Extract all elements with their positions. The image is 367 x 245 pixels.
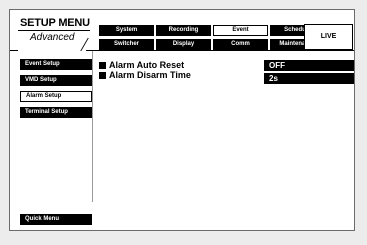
alarm-disarm-time-select[interactable]: 2s [264, 73, 354, 84]
tab-comm[interactable]: Comm [213, 39, 268, 50]
live-button[interactable]: LIVE [304, 24, 353, 50]
alarm-auto-reset-label: Alarm Auto Reset [109, 60, 185, 70]
sidebar-item-terminal-setup[interactable]: Terminal Setup [20, 107, 92, 118]
bullet-icon [99, 72, 106, 79]
header-divider [86, 50, 354, 51]
alarm-auto-reset-select[interactable]: OFF [264, 60, 354, 71]
header-divider-left [10, 50, 18, 51]
sidebar-divider [92, 51, 93, 202]
tab-switcher[interactable]: Switcher [99, 39, 154, 50]
tab-recording[interactable]: Recording [156, 25, 211, 36]
bullet-icon [99, 62, 106, 69]
tab-event[interactable]: Event [213, 25, 268, 36]
tab-system[interactable]: System [99, 25, 154, 36]
alarm-disarm-time-label: Alarm Disarm Time [109, 70, 191, 80]
sidebar-item-vmd-setup[interactable]: VMD Setup [20, 75, 92, 86]
quick-menu-button[interactable]: Quick Menu [20, 214, 92, 225]
sidebar-item-alarm-setup[interactable]: Alarm Setup [20, 91, 92, 102]
sidebar-item-event-setup[interactable]: Event Setup [20, 59, 92, 70]
setup-menu-title: SETUP MENU [20, 17, 90, 29]
tab-display[interactable]: Display [156, 39, 211, 50]
title-underline [18, 30, 90, 31]
advanced-subtitle: Advanced [30, 32, 75, 43]
